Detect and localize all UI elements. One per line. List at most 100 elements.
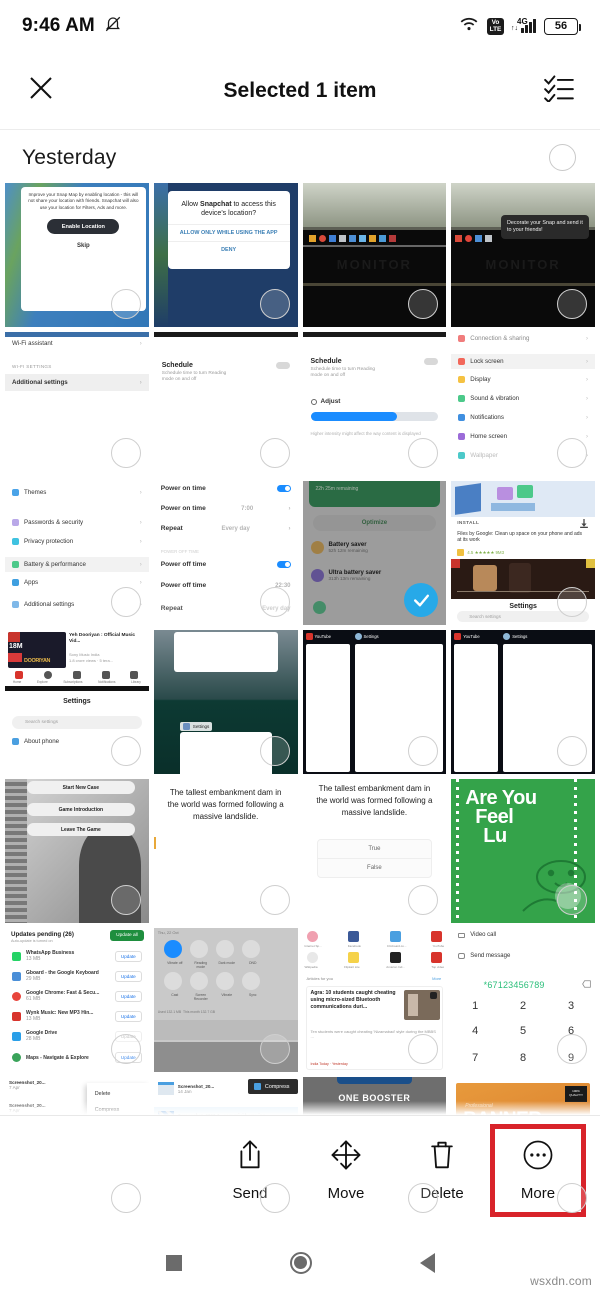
- system-navigation-bar: [0, 1225, 600, 1300]
- settings-row: Battery & performance ›: [5, 557, 149, 572]
- search-settings-field[interactable]: Search settings: [12, 716, 142, 729]
- grid-item-reading-mode-adjust[interactable]: Schedule Schedule time to turn Reading m…: [302, 332, 447, 476]
- item-select-circle[interactable]: [259, 1034, 290, 1064]
- item-select-circle[interactable]: [259, 289, 290, 319]
- item-select-circle[interactable]: [110, 587, 141, 617]
- item-select-circle[interactable]: [259, 736, 290, 766]
- key-2[interactable]: 2: [520, 1000, 526, 1012]
- grid-item-settings-main-list[interactable]: Connection & sharing › Lock screen › Displ…: [451, 332, 595, 476]
- grid-item-settings-themes-list[interactable]: Themes › Passwords & security › Privacy pr…: [5, 481, 149, 625]
- update-button[interactable]: Update: [114, 1010, 142, 1022]
- schedule-toggle[interactable]: [424, 358, 439, 365]
- key-5[interactable]: 5: [520, 1025, 526, 1037]
- key-1[interactable]: 1: [472, 1000, 478, 1012]
- backspace-icon[interactable]: [582, 980, 591, 988]
- select-all-checklist-icon[interactable]: [544, 74, 574, 107]
- grid-item-google-discover-feed[interactable]: Internet Sp... Facebook Clmboard.co... Y…: [302, 928, 447, 1072]
- grid-item-power-schedule[interactable]: Power on time Power on time 7:00 › Repeat…: [153, 481, 298, 625]
- grid-item-are-you-feeling-lucky[interactable]: Are You Feel Lu: [451, 779, 595, 923]
- row-label: About phone: [24, 738, 60, 745]
- nav-notif: Notifications: [98, 680, 116, 684]
- item-select-circle[interactable]: [557, 1034, 587, 1064]
- dialer-action[interactable]: Send message: [451, 953, 595, 959]
- updates-title: Updates pending (26): [11, 931, 74, 938]
- dialer-action[interactable]: Video call: [451, 932, 595, 938]
- grid-item-youtube-settings-split[interactable]: 18M DOORIYAN Yeh Dooriyan : Official Mus…: [5, 630, 149, 774]
- game-button-3[interactable]: Leave The Game: [27, 823, 135, 836]
- grid-item-snap-decorate-tooltip[interactable]: Decorate your Snap and send it to your f…: [451, 183, 595, 327]
- nav-home: Home: [12, 680, 22, 684]
- quiz-option-true[interactable]: True: [318, 840, 432, 858]
- grid-item-quiz-question-options[interactable]: The tallest embankment dam in the world …: [302, 779, 447, 923]
- game-button-1[interactable]: Start New Case: [27, 781, 135, 794]
- item-select-circle[interactable]: [259, 885, 290, 915]
- key-8[interactable]: 8: [520, 1052, 526, 1064]
- nav-subs: Subscriptions: [63, 680, 83, 684]
- key-7[interactable]: 7: [472, 1052, 478, 1064]
- settings-caption: WI-FI SETTINGS: [12, 364, 52, 369]
- menu-delete[interactable]: Delete: [87, 1086, 149, 1102]
- game-button-2[interactable]: Game Introduction: [27, 803, 135, 816]
- update-button[interactable]: Update: [114, 990, 142, 1002]
- app-update-row: WhatsApp Business 13 MB Update: [5, 950, 149, 962]
- power-on-toggle[interactable]: [276, 485, 291, 492]
- grid-item-play-store-updates[interactable]: Updates pending (26) Auto-update is turn…: [5, 928, 149, 1072]
- grid-item-reading-mode-schedule[interactable]: Schedule Schedule time to turn Reading m…: [153, 332, 298, 476]
- update-button[interactable]: Update: [114, 950, 142, 962]
- move-button[interactable]: Move: [298, 1129, 394, 1212]
- item-select-circle[interactable]: [259, 587, 290, 617]
- item-select-circle[interactable]: [557, 289, 587, 319]
- item-select-circle[interactable]: [557, 587, 587, 617]
- item-select-circle[interactable]: [110, 736, 141, 766]
- section-select-circle[interactable]: [549, 144, 576, 171]
- grid-item-quick-settings-panel[interactable]: Thu, 22 Oct Vibrate off Reading mode Dar…: [153, 928, 298, 1072]
- item-select-circle[interactable]: [557, 736, 587, 766]
- grid-item-snapchat-enable-location[interactable]: Improve your Snap Map by enabling locati…: [5, 183, 149, 327]
- update-button[interactable]: Update: [114, 970, 142, 982]
- grid-item-split-youtube-settings-b[interactable]: YouTube Settings: [451, 630, 595, 774]
- grid-item-dark-monitor-shot[interactable]: MONITOR: [302, 183, 447, 327]
- thumb-dialog-title: Allow Snapchat to access this device's l…: [168, 191, 290, 224]
- item-select-circle[interactable]: [557, 1183, 587, 1213]
- item-select-circle[interactable]: [110, 438, 141, 468]
- quiz-option-false[interactable]: False: [317, 858, 432, 877]
- grid-item-play-store-files[interactable]: INSTALL Files by Google: Clean up space …: [451, 481, 595, 625]
- grid-item-snapchat-permission-dialog[interactable]: Allow Snapchat to access this device's l…: [153, 183, 298, 327]
- item-select-circle[interactable]: [110, 885, 141, 915]
- home-circle-icon[interactable]: [289, 1251, 312, 1274]
- grid-item-game-menu-screen[interactable]: Start New Case Game Introduction Leave T…: [5, 779, 149, 923]
- qs-storage: Used 132.1 MB: [157, 1010, 182, 1014]
- close-icon[interactable]: [26, 73, 56, 108]
- item-select-circle[interactable]: [259, 1183, 290, 1213]
- item-select-circle[interactable]: [557, 438, 587, 468]
- grid-item-battery-saver-screen[interactable]: 22h 25m remaining Optimize Battery saver…: [302, 481, 447, 625]
- back-triangle-icon[interactable]: [419, 1252, 435, 1273]
- item-select-circle[interactable]: [110, 1034, 141, 1064]
- recents-square-icon[interactable]: [165, 1254, 182, 1271]
- optimize-button[interactable]: Optimize: [312, 515, 437, 531]
- schedule-sub: Schedule time to turn Reading mode on an…: [161, 371, 227, 382]
- feed-more-link[interactable]: More: [432, 976, 441, 981]
- qs-tile-8: Vibrate: [221, 993, 233, 997]
- battery-remaining: 22h 25m remaining: [315, 486, 359, 492]
- key-4[interactable]: 4: [472, 1025, 478, 1037]
- grid-item-quiz-question[interactable]: The tallest embankment dam in the world …: [153, 779, 298, 923]
- intensity-slider[interactable]: [310, 412, 439, 421]
- item-select-circle[interactable]: [110, 289, 141, 319]
- grid-item-split-screen-drag[interactable]: Settings: [153, 630, 298, 774]
- dialed-number: *67123456789: [483, 980, 545, 990]
- power-off-toggle[interactable]: [276, 561, 291, 568]
- key-3[interactable]: 3: [568, 1000, 574, 1012]
- item-selected-check-icon[interactable]: [404, 583, 439, 617]
- more-dots-circle-icon: [522, 1139, 554, 1176]
- grid-item-dialer-keypad[interactable]: Video call Send message *67123456789 1 2…: [451, 928, 595, 1072]
- item-select-circle[interactable]: [259, 438, 290, 468]
- battery-saver-toggle[interactable]: [424, 544, 439, 551]
- item-select-circle[interactable]: [110, 1183, 141, 1213]
- item-select-circle[interactable]: [557, 885, 587, 915]
- grid-item-split-youtube-settings-a[interactable]: YouTube Settings: [302, 630, 447, 774]
- schedule-toggle[interactable]: [275, 362, 290, 369]
- ultra-saver-toggle[interactable]: [424, 572, 439, 579]
- grid-item-wifi-additional-settings[interactable]: Wi-Fi assistant › WI-FI SETTINGS Addition…: [5, 332, 149, 476]
- update-all-button[interactable]: Update all: [110, 930, 144, 941]
